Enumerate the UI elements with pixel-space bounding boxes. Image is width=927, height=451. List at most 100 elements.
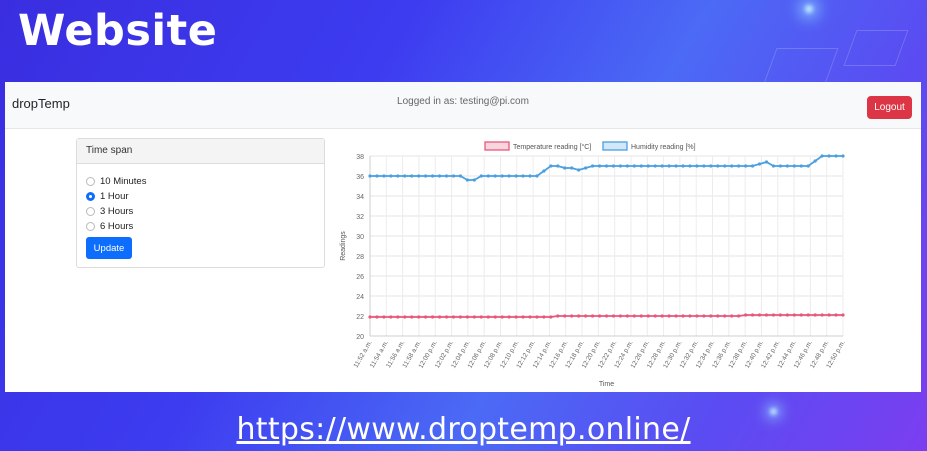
radio-option-1-hour[interactable]: 1 Hour bbox=[86, 189, 129, 203]
data-point bbox=[667, 164, 671, 168]
data-point bbox=[486, 174, 490, 178]
data-point bbox=[479, 315, 483, 319]
data-point bbox=[542, 169, 546, 173]
radio-option-3-hours[interactable]: 3 Hours bbox=[86, 204, 133, 218]
data-point bbox=[514, 315, 518, 319]
data-point bbox=[750, 164, 755, 168]
data-point bbox=[834, 154, 838, 158]
logout-button[interactable]: Logout bbox=[867, 96, 912, 119]
data-point bbox=[584, 166, 588, 170]
data-point bbox=[584, 314, 588, 318]
data-point bbox=[403, 315, 407, 319]
slide-title: Website bbox=[18, 6, 218, 56]
data-point bbox=[834, 313, 838, 317]
background-hexagon bbox=[763, 48, 839, 84]
data-point bbox=[611, 164, 616, 168]
data-point bbox=[597, 314, 602, 318]
y-tick-label: 38 bbox=[356, 154, 364, 161]
data-point bbox=[528, 315, 532, 319]
data-point bbox=[563, 314, 567, 318]
data-point bbox=[604, 164, 609, 168]
data-point bbox=[827, 313, 831, 317]
data-point bbox=[702, 314, 706, 318]
data-point bbox=[528, 174, 532, 178]
data-point bbox=[730, 164, 734, 168]
data-point bbox=[521, 315, 525, 319]
data-point bbox=[437, 174, 442, 178]
x-axis-label: Time bbox=[599, 381, 614, 388]
data-point bbox=[639, 164, 643, 168]
radio-circle[interactable] bbox=[86, 221, 95, 231]
radio-label: 3 Hours bbox=[100, 205, 134, 217]
data-point bbox=[799, 313, 803, 317]
data-point bbox=[820, 313, 824, 317]
data-point bbox=[410, 315, 414, 319]
navbar: dropTemp Logged in as: testing@pi.com Lo… bbox=[5, 82, 921, 129]
data-point bbox=[493, 174, 497, 178]
data-point bbox=[813, 159, 817, 163]
update-button[interactable]: Update bbox=[86, 237, 132, 259]
data-point bbox=[688, 164, 692, 168]
y-tick-label: 34 bbox=[356, 194, 364, 201]
data-point bbox=[744, 313, 748, 317]
y-tick-label: 26 bbox=[356, 274, 364, 281]
data-point bbox=[549, 315, 553, 319]
radio-circle[interactable] bbox=[86, 191, 95, 201]
data-point bbox=[792, 313, 796, 317]
legend-swatch bbox=[602, 141, 628, 151]
data-point bbox=[431, 174, 435, 178]
data-point bbox=[570, 166, 574, 170]
website-url-link[interactable]: https://www.droptemp.online/ bbox=[0, 412, 927, 447]
data-point bbox=[723, 314, 727, 318]
data-point bbox=[757, 313, 762, 317]
data-point bbox=[681, 164, 685, 168]
data-point bbox=[417, 315, 421, 319]
data-point bbox=[507, 315, 511, 319]
data-point bbox=[723, 164, 727, 168]
data-point bbox=[479, 174, 483, 178]
data-point bbox=[625, 314, 629, 318]
data-point bbox=[451, 174, 456, 178]
radio-label: 6 Hours bbox=[100, 220, 134, 232]
data-point bbox=[813, 313, 817, 317]
data-point bbox=[660, 164, 664, 168]
data-point bbox=[458, 174, 463, 178]
data-point bbox=[451, 315, 456, 319]
data-point bbox=[437, 315, 442, 319]
data-point bbox=[542, 315, 546, 319]
data-point bbox=[716, 314, 720, 318]
data-point bbox=[396, 315, 400, 319]
data-point bbox=[695, 164, 699, 168]
data-point bbox=[590, 164, 595, 168]
legend-label: Humidity reading [%] bbox=[631, 144, 696, 151]
data-point bbox=[771, 164, 776, 168]
radio-option-6-hours[interactable]: 6 Hours bbox=[86, 219, 133, 233]
data-point bbox=[674, 314, 678, 318]
data-point bbox=[500, 174, 504, 178]
data-point bbox=[382, 174, 386, 178]
data-point bbox=[632, 314, 636, 318]
data-point bbox=[674, 164, 678, 168]
data-point bbox=[660, 314, 664, 318]
data-point bbox=[757, 162, 762, 166]
y-tick-label: 20 bbox=[356, 334, 364, 341]
data-point bbox=[632, 164, 636, 168]
readings-chart: 2022242628303234363811:52 a.m.11:54 a.m.… bbox=[340, 141, 847, 388]
background-glow bbox=[805, 5, 813, 13]
data-point bbox=[458, 315, 463, 319]
radio-circle[interactable] bbox=[86, 206, 95, 216]
data-point bbox=[577, 168, 581, 172]
data-point bbox=[535, 174, 539, 178]
data-point bbox=[750, 313, 755, 317]
logged-in-text: Logged in as: testing@pi.com bbox=[397, 96, 529, 107]
data-point bbox=[653, 314, 657, 318]
data-point bbox=[764, 160, 769, 164]
data-point bbox=[549, 164, 553, 168]
y-axis-label: Readings bbox=[340, 231, 347, 261]
radio-option-10-minutes[interactable]: 10 Minutes bbox=[86, 174, 146, 188]
data-point bbox=[709, 314, 713, 318]
radio-circle[interactable] bbox=[86, 176, 95, 186]
legend-label: Temperature reading [°C] bbox=[513, 143, 591, 151]
background-hexagon bbox=[843, 30, 909, 66]
data-point bbox=[737, 164, 741, 168]
